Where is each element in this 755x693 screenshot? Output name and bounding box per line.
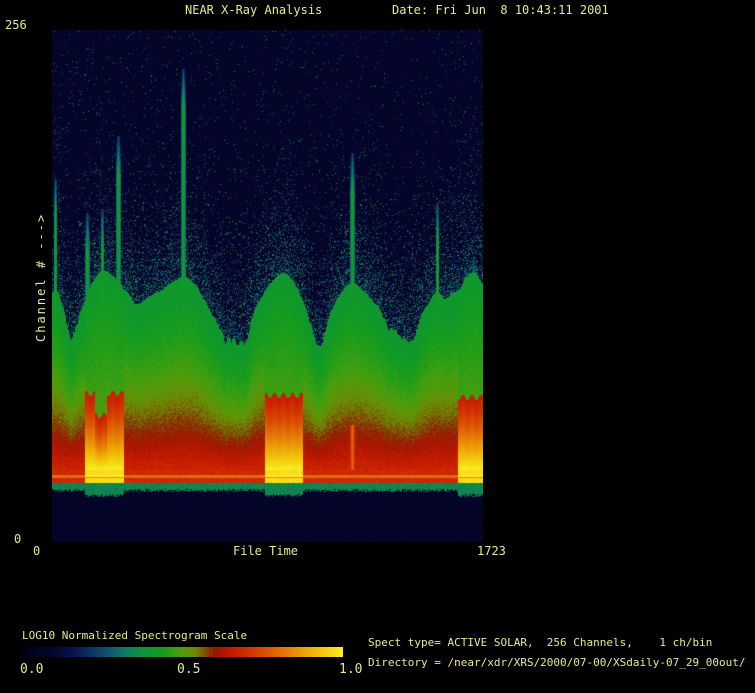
y-axis-max-tick: 256	[5, 19, 27, 32]
spect-type-info: Spect type= ACTIVE SOLAR, 256 Channels, …	[368, 637, 712, 649]
colorbar-tick-max: 1.0	[339, 663, 362, 677]
x-axis-max-tick: 1723	[477, 545, 506, 558]
y-axis-min-tick: 0	[14, 533, 21, 546]
near-xray-analysis-screen: { "header": { "title": "NEAR X-Ray Analy…	[0, 0, 755, 693]
date-label: Date: Fri Jun 8 10:43:11 2001	[392, 4, 609, 17]
directory-path: Directory = /near/xdr/XRS/2000/07-00/XSd…	[368, 657, 746, 669]
spectrogram-canvas	[52, 30, 483, 542]
colorbar-tick-min: 0.0	[20, 663, 43, 677]
colorbar-tick-mid: 0.5	[177, 663, 200, 677]
page-title: NEAR X-Ray Analysis	[185, 4, 322, 17]
y-axis-label: Channel # --->	[34, 202, 48, 342]
colorbar-title: LOG10 Normalized Spectrogram Scale	[22, 630, 247, 642]
x-axis-label: File Time	[233, 545, 298, 558]
x-axis-min-tick: 0	[33, 545, 40, 558]
colorbar-gradient	[22, 647, 343, 657]
